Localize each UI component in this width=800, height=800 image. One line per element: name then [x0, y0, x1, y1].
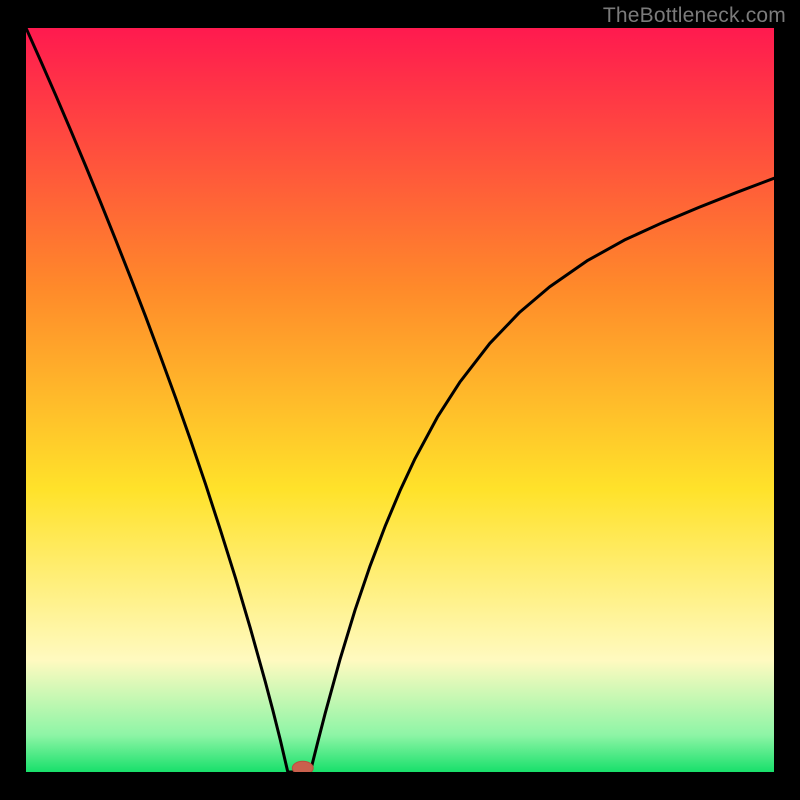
- minimum-marker: [292, 761, 313, 772]
- chart-frame: TheBottleneck.com: [0, 0, 800, 800]
- watermark-text: TheBottleneck.com: [603, 4, 786, 28]
- plot-area: [26, 28, 774, 772]
- gradient-background: [26, 28, 774, 772]
- plot-svg: [26, 28, 774, 772]
